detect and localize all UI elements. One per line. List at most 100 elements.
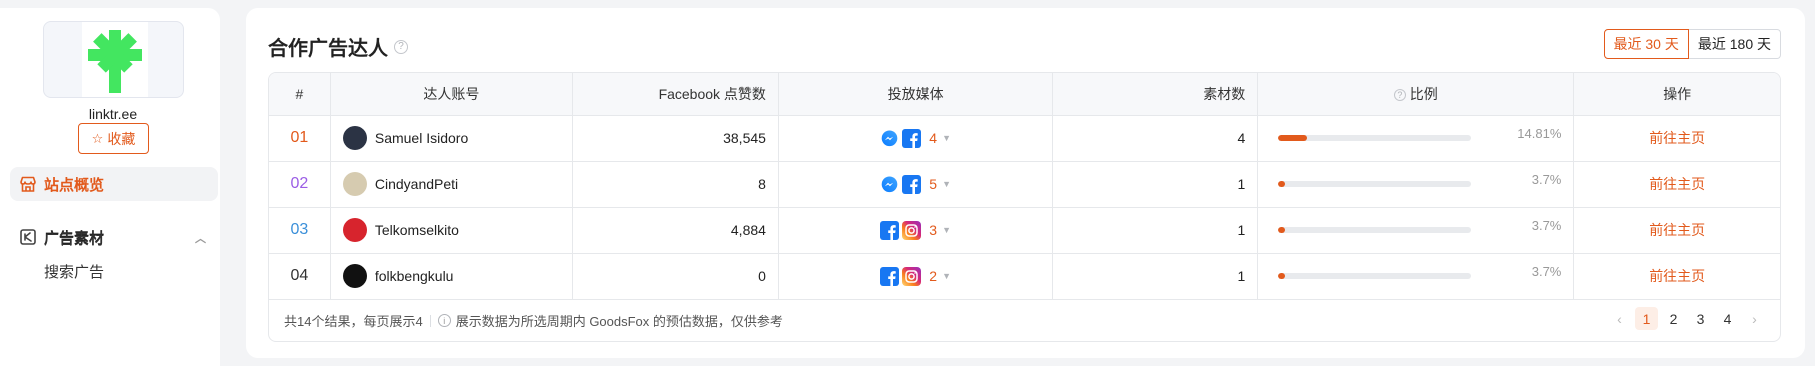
caret-down-icon[interactable]: ▼: [942, 133, 951, 143]
facebook-icon: [902, 174, 922, 194]
data-disclaimer: 展示数据为所选周期内 GoodsFox 的预估数据，仅供参考: [455, 314, 783, 329]
caret-down-icon[interactable]: ▼: [942, 179, 951, 189]
header-creatives: 素材数: [1052, 73, 1259, 116]
facebook-likes: 4,884: [572, 207, 779, 254]
avatar: [342, 172, 367, 196]
favorite-label: 收藏: [107, 130, 136, 147]
help-icon[interactable]: ?: [394, 39, 408, 54]
rank-number: 04: [290, 267, 309, 284]
ratio-bar: [1278, 273, 1472, 279]
media-count[interactable]: 2: [929, 268, 937, 284]
favorite-button[interactable]: ☆ 收藏: [78, 123, 149, 154]
ratio-value: 3.7%: [1531, 171, 1562, 187]
ratio-bar: [1278, 227, 1472, 233]
header-account: 达人账号: [330, 73, 573, 116]
ratio-cell: 14.81%: [1258, 116, 1573, 161]
site-name: linktr.ee: [88, 106, 138, 122]
facebook-icon: [902, 128, 922, 148]
ratio-bar-fill: [1278, 181, 1286, 187]
messenger-icon: [880, 129, 899, 148]
account-name: Telkomselkito: [374, 222, 459, 238]
caret-down-icon[interactable]: ▼: [942, 271, 951, 281]
creators-table: # 达人账号 Facebook 点赞数 投放媒体 素材数 ? 比例 操作 01 …: [268, 72, 1781, 342]
header-ratio: ? 比例: [1257, 73, 1575, 116]
account-name: CindyandPeti: [374, 176, 459, 192]
period-30-days-button[interactable]: 最近 30 天: [1603, 29, 1689, 59]
account-cell[interactable]: Samuel Isidoro: [331, 126, 572, 150]
creative-count: 4: [1052, 115, 1259, 162]
account-cell[interactable]: Telkomselkito: [331, 218, 572, 242]
avatar: [342, 126, 367, 150]
avatar: [342, 264, 367, 288]
ratio-help-icon[interactable]: ?: [1393, 89, 1406, 102]
ratio-bar-fill: [1278, 273, 1286, 279]
ratio-value: 3.7%: [1531, 217, 1562, 233]
media-count[interactable]: 4: [929, 130, 937, 146]
nav-label-overview: 站点概览: [44, 176, 105, 194]
result-summary: 共14个结果，每页展示4: [284, 314, 423, 329]
creative-count: 1: [1052, 161, 1259, 208]
instagram-icon: [902, 266, 922, 286]
table-footer: 共14个结果，每页展示4 i 展示数据为所选周期内 GoodsFox 的预估数据…: [269, 298, 1780, 341]
media-cell: 2 ▼: [779, 266, 1052, 286]
page-4-button[interactable]: 4: [1716, 307, 1739, 330]
media-count[interactable]: 5: [929, 176, 937, 192]
account-cell[interactable]: folkbengkulu: [331, 264, 572, 288]
go-to-homepage-link[interactable]: 前往主页: [1649, 130, 1705, 146]
ratio-cell: 3.7%: [1258, 208, 1573, 253]
rank-number: 02: [290, 175, 309, 192]
card-title: 合作广告达人 ?: [268, 32, 408, 61]
caret-down-icon[interactable]: ▼: [942, 225, 951, 235]
facebook-likes: 0: [572, 253, 779, 300]
info-icon: i: [437, 314, 451, 327]
rank-number: 01: [290, 129, 309, 146]
account-name: folkbengkulu: [374, 268, 454, 284]
prev-page-icon[interactable]: ‹: [1608, 307, 1631, 330]
ratio-value: 3.7%: [1531, 263, 1562, 279]
page-2-button[interactable]: 2: [1662, 307, 1685, 330]
ratio-cell: 3.7%: [1258, 162, 1573, 207]
period-180-days-button[interactable]: 最近 180 天: [1688, 29, 1781, 59]
next-page-icon[interactable]: ›: [1743, 307, 1766, 330]
creative-count: 1: [1052, 253, 1259, 300]
star-icon: ☆: [91, 131, 104, 146]
page-3-button[interactable]: 3: [1689, 307, 1712, 330]
ratio-bar-fill: [1278, 135, 1307, 141]
media-count[interactable]: 3: [929, 222, 937, 238]
instagram-icon: [902, 220, 922, 240]
nav-item-search-ads[interactable]: 搜索广告: [44, 261, 104, 282]
page-1-button[interactable]: 1: [1635, 307, 1658, 330]
table-row: 01 Samuel Isidoro 38,545 4 ▼ 4 14.81% 前往主…: [269, 115, 1780, 162]
store-icon: [20, 176, 36, 192]
ratio-value: 14.81%: [1517, 125, 1562, 141]
creators-card: 合作广告达人 ? 最近 30 天 最近 180 天 # 达人账号 Faceboo…: [246, 8, 1805, 358]
go-to-homepage-link[interactable]: 前往主页: [1649, 176, 1705, 192]
nav-item-site-overview[interactable]: 站点概览: [10, 167, 218, 201]
ratio-bar: [1278, 135, 1472, 141]
avatar: [342, 218, 367, 242]
facebook-likes: 8: [572, 161, 779, 208]
header-ratio-label: 比例: [1409, 85, 1438, 102]
divider: [429, 314, 431, 327]
go-to-homepage-link[interactable]: 前往主页: [1649, 268, 1705, 284]
header-index: #: [269, 73, 331, 116]
table-row: 02 CindyandPeti 8 5 ▼ 1 3.7% 前往主页: [269, 161, 1780, 208]
period-toggle: 最近 30 天 最近 180 天: [1603, 29, 1781, 59]
pagination: ‹ 1 2 3 4 ›: [1608, 307, 1766, 330]
chevron-up-icon[interactable]: ︿: [195, 230, 206, 246]
account-cell[interactable]: CindyandPeti: [331, 172, 572, 196]
ratio-bar-fill: [1278, 227, 1286, 233]
nav-item-ad-materials[interactable]: 广告素材: [44, 228, 104, 249]
nav-group-ads[interactable]: 广告素材 ︿: [10, 220, 218, 254]
ratio-cell: 3.7%: [1258, 254, 1573, 299]
site-logo: [43, 21, 184, 98]
account-name: Samuel Isidoro: [374, 130, 469, 146]
linktree-logo-icon: [88, 30, 142, 93]
card-title-text: 合作广告达人: [268, 38, 388, 60]
header-action: 操作: [1573, 73, 1780, 116]
facebook-icon: [880, 220, 900, 240]
go-to-homepage-link[interactable]: 前往主页: [1649, 222, 1705, 238]
table-row: 03 Telkomselkito 4,884 3 ▼ 1 3.7% 前往主页: [269, 207, 1780, 254]
ad-material-icon: [20, 229, 36, 245]
facebook-icon: [880, 266, 900, 286]
